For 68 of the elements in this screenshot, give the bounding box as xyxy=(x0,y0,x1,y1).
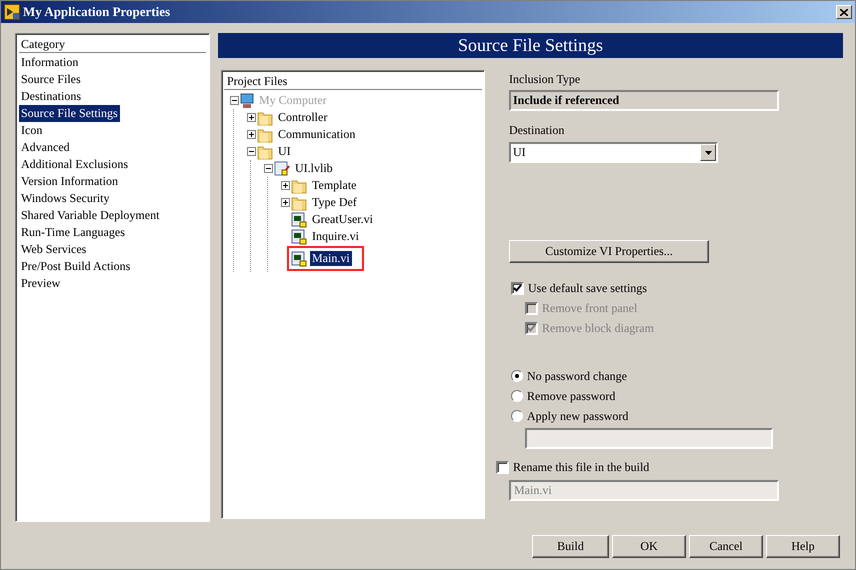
list-header: Category xyxy=(19,36,206,53)
folder-icon xyxy=(291,178,307,194)
category-item[interactable]: Windows Security xyxy=(19,190,112,207)
category-item[interactable]: Advanced xyxy=(19,139,72,156)
dropdown-button[interactable] xyxy=(700,144,716,161)
tree-item[interactable]: Inquire.vi xyxy=(310,229,361,244)
category-item[interactable]: Source File Settings xyxy=(19,105,120,122)
category-item[interactable]: Run-Time Languages xyxy=(19,224,127,241)
tree-item[interactable]: Communication xyxy=(276,127,358,142)
radio-button[interactable] xyxy=(511,390,523,402)
category-item[interactable]: Version Information xyxy=(19,173,120,190)
check-icon xyxy=(513,284,522,292)
app-icon xyxy=(4,4,20,20)
radio-button[interactable] xyxy=(511,370,523,382)
dialog-button[interactable]: OK xyxy=(612,535,686,558)
radio-option[interactable]: Remove password xyxy=(511,386,779,406)
checkbox[interactable] xyxy=(511,282,524,294)
category-item[interactable]: Pre/Post Build Actions xyxy=(19,258,132,275)
vi-file-icon xyxy=(291,228,307,244)
expand-icon[interactable] xyxy=(247,130,256,139)
tree-item[interactable]: Template xyxy=(310,178,358,193)
folder-icon xyxy=(257,144,273,160)
checkbox-option[interactable]: Use default save settings xyxy=(511,278,779,298)
category-item[interactable]: Destinations xyxy=(19,88,83,105)
category-item[interactable]: Preview xyxy=(19,275,62,292)
tree-item[interactable]: Type Def xyxy=(310,195,359,210)
expand-icon[interactable] xyxy=(247,113,256,122)
window-title: My Application Properties xyxy=(23,4,172,20)
category-item[interactable]: Information xyxy=(19,54,80,71)
collapse-icon[interactable] xyxy=(264,164,273,173)
field-label: Destination xyxy=(509,123,566,139)
folder-icon xyxy=(291,194,307,210)
expand-icon[interactable] xyxy=(281,198,290,207)
radio-option[interactable]: Apply new password xyxy=(511,406,779,426)
vi-file-icon xyxy=(291,250,307,266)
check-icon xyxy=(527,324,536,332)
caret-icon xyxy=(704,150,712,154)
folder-icon xyxy=(257,110,273,126)
category-item[interactable]: Additional Exclusions xyxy=(19,156,130,173)
category-item[interactable]: Icon xyxy=(19,122,44,139)
expand-icon[interactable] xyxy=(281,181,290,190)
dialog-button[interactable]: Cancel xyxy=(689,535,763,558)
vi-file-icon xyxy=(291,212,307,228)
category-item[interactable]: Shared Variable Deployment xyxy=(19,207,162,224)
tree-item[interactable]: UI.lvlib xyxy=(293,161,335,176)
folder-icon xyxy=(257,126,273,142)
radio-option[interactable]: No password change xyxy=(511,366,779,386)
radio-button[interactable] xyxy=(511,410,523,422)
destination-dropdown[interactable]: UI xyxy=(509,142,718,163)
inclusion-type-field: Include if referenced xyxy=(509,90,779,111)
section-title: Source File Settings xyxy=(218,33,843,58)
computer-icon xyxy=(240,92,254,108)
dialog-button[interactable]: Build xyxy=(532,535,609,558)
tree-item[interactable]: GreatUser.vi xyxy=(310,212,375,227)
customize-button[interactable]: Customize VI Properties... xyxy=(509,240,709,263)
category-item[interactable]: Web Services xyxy=(19,241,88,258)
collapse-icon[interactable] xyxy=(230,96,239,105)
close-button[interactable] xyxy=(836,5,852,19)
password-field[interactable] xyxy=(525,428,773,449)
dialog-button[interactable]: Help xyxy=(766,535,840,558)
tree-item[interactable]: Main.vi xyxy=(310,251,352,266)
tree-item[interactable]: Controller xyxy=(276,110,330,125)
category-item[interactable]: Source Files xyxy=(19,71,83,88)
tree-item[interactable]: UI xyxy=(276,144,293,159)
collapse-icon[interactable] xyxy=(247,147,256,156)
close-icon xyxy=(840,8,848,16)
field-label: Inclusion Type xyxy=(509,72,582,88)
library-icon xyxy=(274,160,290,176)
